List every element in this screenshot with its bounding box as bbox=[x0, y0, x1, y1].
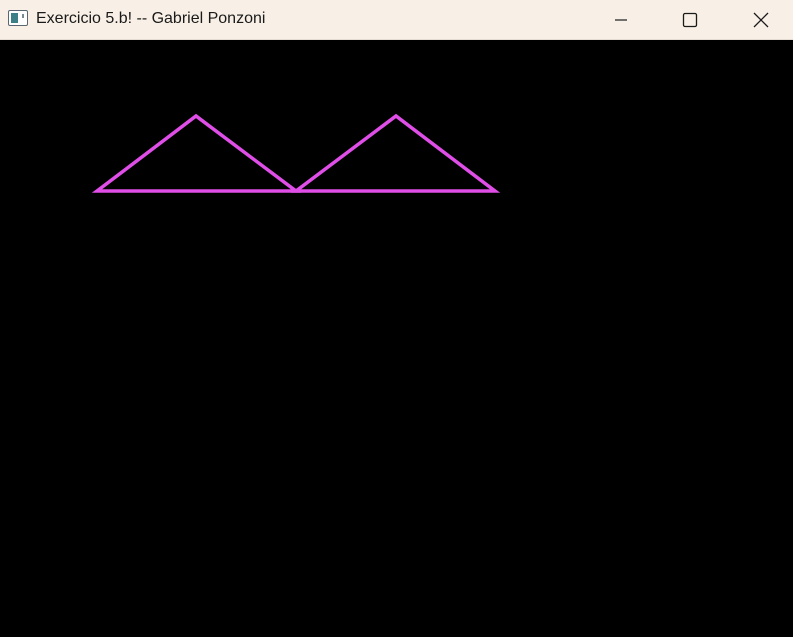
triangle-left bbox=[91, 113, 302, 193]
minimize-button[interactable] bbox=[589, 0, 653, 40]
close-button[interactable] bbox=[729, 0, 793, 40]
triangle-right bbox=[290, 113, 501, 193]
window-title: Exercicio 5.b! -- Gabriel Ponzoni bbox=[36, 10, 266, 27]
minimize-icon bbox=[615, 19, 627, 21]
title-bar[interactable]: Exercicio 5.b! -- Gabriel Ponzoni bbox=[0, 0, 793, 40]
app-window: Exercicio 5.b! -- Gabriel Ponzoni bbox=[0, 0, 793, 637]
maximize-button[interactable] bbox=[658, 0, 722, 40]
drawing-canvas[interactable] bbox=[0, 41, 793, 637]
drawing-surface bbox=[91, 113, 501, 193]
maximize-icon bbox=[682, 12, 698, 28]
close-icon bbox=[753, 12, 769, 28]
app-window-icon[interactable] bbox=[8, 10, 28, 26]
